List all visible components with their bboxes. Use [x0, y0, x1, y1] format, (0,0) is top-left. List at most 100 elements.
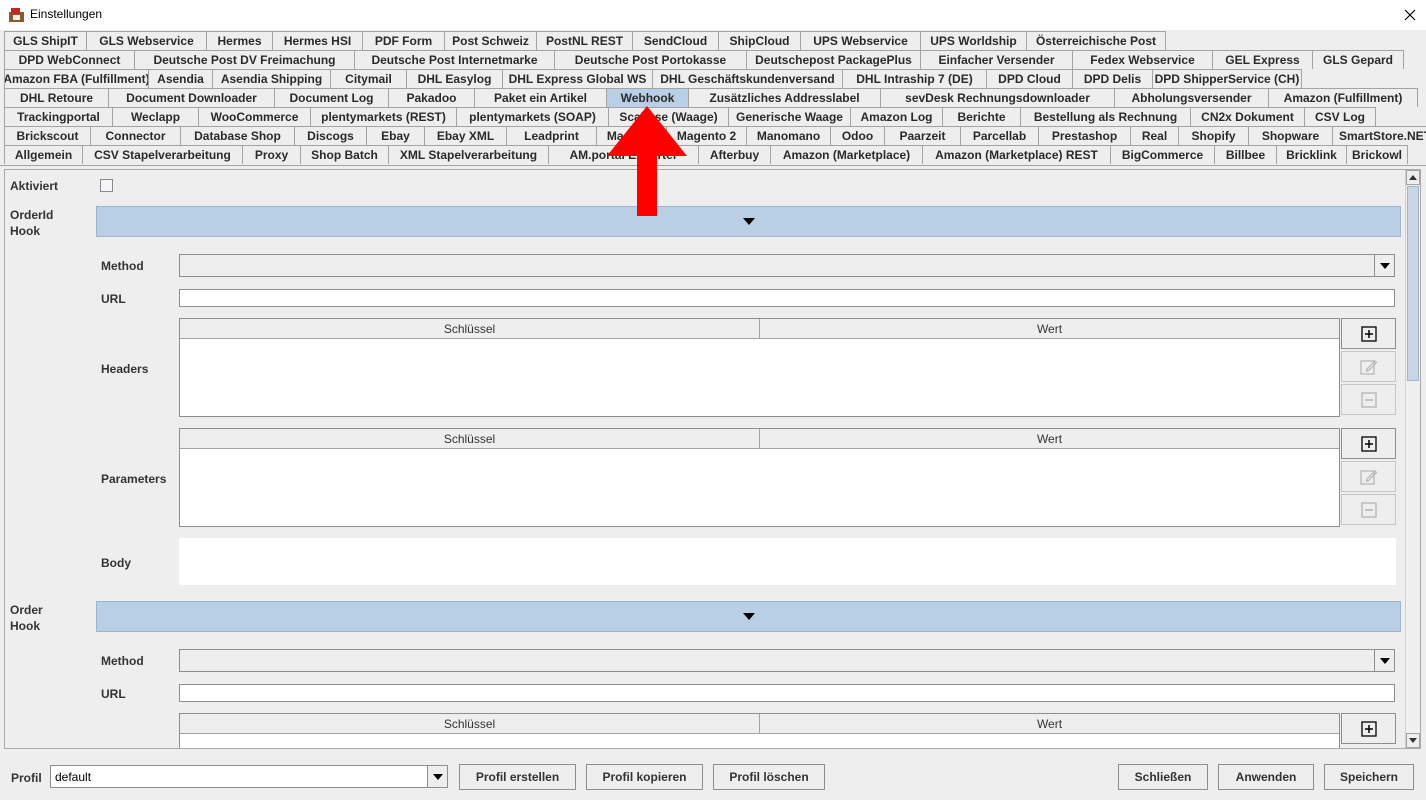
parameters-edit-button[interactable] — [1341, 461, 1396, 492]
tab-dpd-shipperservice-ch[interactable]: DPD ShipperService (CH) — [1152, 69, 1302, 88]
tab-deutsche-post-portokasse[interactable]: Deutsche Post Portokasse — [554, 50, 746, 69]
parameters-remove-button[interactable] — [1341, 494, 1396, 525]
tab-database-shop[interactable]: Database Shop — [180, 126, 294, 145]
parameters-add-button[interactable] — [1341, 428, 1396, 459]
tab-woocommerce[interactable]: WooCommerce — [198, 107, 310, 126]
tab-zusätzliches-addresslabel[interactable]: Zusätzliches Addresslabel — [688, 88, 880, 107]
tab-shop-batch[interactable]: Shop Batch — [300, 145, 388, 164]
tab-manomano[interactable]: Manomano — [746, 126, 830, 145]
tab-leadprint[interactable]: Leadprint — [506, 126, 596, 145]
tab-webhook[interactable]: Webhook — [606, 88, 688, 107]
tab-amazon-log[interactable]: Amazon Log — [850, 107, 942, 126]
tab-bestellung-als-rechnung[interactable]: Bestellung als Rechnung — [1020, 107, 1190, 126]
speichern-button[interactable]: Speichern — [1324, 764, 1414, 790]
orderid-body-textarea[interactable] — [179, 538, 1396, 585]
tab-proxy[interactable]: Proxy — [242, 145, 300, 164]
tab-weclapp[interactable]: Weclapp — [112, 107, 198, 126]
tab-dhl-intraship-7-de[interactable]: DHL Intraship 7 (DE) — [842, 69, 986, 88]
tab-asendia-shipping[interactable]: Asendia Shipping — [212, 69, 330, 88]
orderid-method-select[interactable] — [179, 254, 1395, 277]
tab-odoo[interactable]: Odoo — [830, 126, 884, 145]
column-header-value[interactable]: Wert — [759, 429, 1339, 448]
tab-shipcloud[interactable]: ShipCloud — [718, 31, 800, 50]
tab-amazon-fulfillment[interactable]: Amazon (Fulfillment) — [1268, 88, 1418, 107]
profil-loeschen-button[interactable]: Profil löschen — [713, 764, 825, 790]
tab-smartstore-net[interactable]: SmartStore.NET — [1332, 126, 1426, 145]
order-hook-collapse-bar[interactable] — [96, 601, 1401, 632]
tab-paarzeit[interactable]: Paarzeit — [884, 126, 960, 145]
tab-connector[interactable]: Connector — [90, 126, 180, 145]
tab-dhl-retoure[interactable]: DHL Retoure — [4, 88, 108, 107]
headers-add-button[interactable] — [1341, 318, 1396, 349]
order-method-select[interactable] — [179, 649, 1395, 672]
tab-dpd-delis[interactable]: DPD Delis — [1072, 69, 1152, 88]
tab-brickscout[interactable]: Brickscout — [4, 126, 90, 145]
scroll-down-button[interactable] — [1406, 733, 1420, 748]
orderid-url-input[interactable] — [179, 289, 1395, 307]
tab-paket-ein-artikel[interactable]: Paket ein Artikel — [474, 88, 606, 107]
tab-generische-waage[interactable]: Generische Waage — [728, 107, 850, 126]
scrollbar-thumb[interactable] — [1407, 186, 1419, 381]
tab-dpd-cloud[interactable]: DPD Cloud — [986, 69, 1072, 88]
tab-xml-stapelverarbeitung[interactable]: XML Stapelverarbeitung — [388, 145, 548, 164]
tab-deutsche-post-internetmarke[interactable]: Deutsche Post Internetmarke — [354, 50, 554, 69]
tab-post-schweiz[interactable]: Post Schweiz — [444, 31, 536, 50]
tab-hermes-hsi[interactable]: Hermes HSI — [272, 31, 362, 50]
tab-ebay-xml[interactable]: Ebay XML — [424, 126, 506, 145]
tab-amazon-marketplace-rest[interactable]: Amazon (Marketplace) REST — [922, 145, 1110, 164]
tab-cn2x-dokument[interactable]: CN2x Dokument — [1190, 107, 1304, 126]
tab-deutschepost-packageplus[interactable]: Deutschepost PackagePlus — [746, 50, 920, 69]
tab-shopware[interactable]: Shopware — [1248, 126, 1332, 145]
tab-dhl-express-global-ws[interactable]: DHL Express Global WS — [502, 69, 652, 88]
tab-dpd-webconnect[interactable]: DPD WebConnect — [4, 50, 134, 69]
scroll-up-button[interactable] — [1406, 170, 1420, 185]
schliessen-button[interactable]: Schließen — [1118, 764, 1208, 790]
tab-ups-worldship[interactable]: UPS Worldship — [920, 31, 1026, 50]
order-headers-table[interactable]: Schlüssel Wert — [179, 713, 1340, 748]
tab-postnl-rest[interactable]: PostNL REST — [536, 31, 632, 50]
tab-amazon-marketplace[interactable]: Amazon (Marketplace) — [770, 145, 922, 164]
aktiviert-checkbox[interactable] — [100, 179, 113, 192]
tab-prestashop[interactable]: Prestashop — [1038, 126, 1130, 145]
tab-bigcommerce[interactable]: BigCommerce — [1110, 145, 1214, 164]
tab-sendcloud[interactable]: SendCloud — [632, 31, 718, 50]
tab-amazon-fba-fulfillment[interactable]: Amazon FBA (Fulfillment) — [4, 69, 148, 88]
tab-hermes[interactable]: Hermes — [206, 31, 272, 50]
tab-billbee[interactable]: Billbee — [1214, 145, 1276, 164]
tab-ebay[interactable]: Ebay — [366, 126, 424, 145]
headers-remove-button[interactable] — [1341, 384, 1396, 415]
tab-csv-stapelverarbeitung[interactable]: CSV Stapelverarbeitung — [82, 145, 242, 164]
tab-fedex-webservice[interactable]: Fedex Webservice — [1072, 50, 1212, 69]
vertical-scrollbar[interactable] — [1405, 170, 1420, 748]
tab-shopify[interactable]: Shopify — [1178, 126, 1248, 145]
tab-bricklink[interactable]: Bricklink — [1276, 145, 1346, 164]
tab-plentymarkets-rest[interactable]: plentymarkets (REST) — [310, 107, 456, 126]
tab-parcellab[interactable]: Parcellab — [960, 126, 1038, 145]
tab-abholungsversender[interactable]: Abholungsversender — [1114, 88, 1268, 107]
tab-discogs[interactable]: Discogs — [294, 126, 366, 145]
tab-citymail[interactable]: Citymail — [330, 69, 406, 88]
tab-asendia[interactable]: Asendia — [148, 69, 212, 88]
tab-afterbuy[interactable]: Afterbuy — [698, 145, 770, 164]
orderid-hook-collapse-bar[interactable] — [96, 206, 1401, 237]
tab-csv-log[interactable]: CSV Log — [1304, 107, 1376, 126]
column-header-key[interactable]: Schlüssel — [180, 429, 759, 448]
tab-gls-webservice[interactable]: GLS Webservice — [86, 31, 206, 50]
tab-document-log[interactable]: Document Log — [274, 88, 388, 107]
orderid-parameters-table[interactable]: Schlüssel Wert — [179, 428, 1340, 527]
tab-ups-webservice[interactable]: UPS Webservice — [800, 31, 920, 50]
tab-allgemein[interactable]: Allgemein — [4, 145, 82, 164]
tab-dhl-easylog[interactable]: DHL Easylog — [406, 69, 502, 88]
tab-sevdesk-rechnungsdownloader[interactable]: sevDesk Rechnungsdownloader — [880, 88, 1114, 107]
headers-edit-button[interactable] — [1341, 351, 1396, 382]
column-header-value[interactable]: Wert — [759, 714, 1339, 733]
order-url-input[interactable] — [179, 684, 1395, 702]
profil-erstellen-button[interactable]: Profil erstellen — [459, 764, 576, 790]
order-headers-add-button[interactable] — [1341, 713, 1396, 744]
tab-gls-shipit[interactable]: GLS ShipIT — [4, 31, 86, 50]
tab-österreichische-post[interactable]: Österreichische Post — [1026, 31, 1166, 50]
tab-trackingportal[interactable]: Trackingportal — [4, 107, 112, 126]
tab-deutsche-post-dv-freimachung[interactable]: Deutsche Post DV Freimachung — [134, 50, 354, 69]
profil-select[interactable]: default — [50, 765, 448, 788]
tab-brickowl[interactable]: Brickowl — [1346, 145, 1408, 164]
